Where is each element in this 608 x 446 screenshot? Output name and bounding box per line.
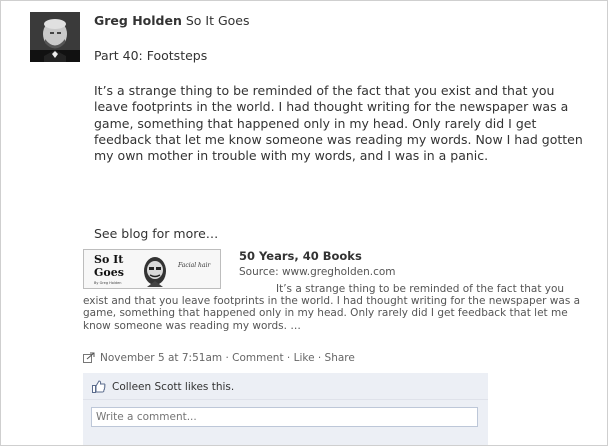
timestamp-link[interactable]: November 5 at 7:51am — [100, 352, 222, 364]
post-content: Greg Holden So It Goes Part 40: Footstep… — [83, 13, 594, 445]
author-line: Greg Holden So It Goes — [94, 13, 594, 29]
meta-sep-1: · — [222, 352, 233, 364]
share-link-icon — [83, 352, 96, 367]
app-name-link[interactable]: So It Goes — [186, 13, 250, 28]
comment-link[interactable]: Comment — [232, 352, 283, 364]
meta-sep-3: · — [314, 352, 325, 364]
see-more-text: See blog for more… — [94, 226, 219, 241]
comment-input[interactable] — [91, 407, 478, 427]
attachment-description: It’s a strange thing to be reminded of t… — [83, 283, 591, 332]
attachment-title-link[interactable]: 50 Years, 40 Books — [239, 249, 362, 263]
story-meta: November 5 at 7:51am · Comment · Like · … — [83, 352, 355, 367]
thumb-title-2: Goes — [94, 266, 124, 279]
feed-story: Greg Holden So It Goes Part 40: Footstep… — [0, 0, 608, 446]
likes-text[interactable]: Colleen Scott likes this. — [112, 381, 234, 393]
likes-row: Colleen Scott likes this. — [83, 375, 488, 400]
thumbs-up-icon — [92, 380, 106, 396]
like-link[interactable]: Like — [294, 352, 315, 364]
attachment-source: Source: www.gregholden.com — [239, 266, 396, 278]
attachment-description-text: It’s a strange thing to be reminded of t… — [83, 283, 581, 332]
share-link[interactable]: Share — [325, 352, 355, 364]
meta-sep-2: · — [283, 352, 294, 364]
post-body: It’s a strange thing to be reminded of t… — [94, 83, 584, 164]
author-name-link[interactable]: Greg Holden — [94, 13, 182, 28]
feedback-box: Colleen Scott likes this. — [83, 373, 488, 445]
post-body-text: It’s a strange thing to be reminded of t… — [94, 83, 583, 164]
author-avatar[interactable] — [30, 12, 80, 62]
thumb-title-1: So It — [94, 253, 124, 266]
post-part-title: Part 40: Footsteps — [94, 48, 208, 63]
author-photo — [30, 12, 80, 62]
thumb-caption: Facial hair — [177, 262, 211, 269]
